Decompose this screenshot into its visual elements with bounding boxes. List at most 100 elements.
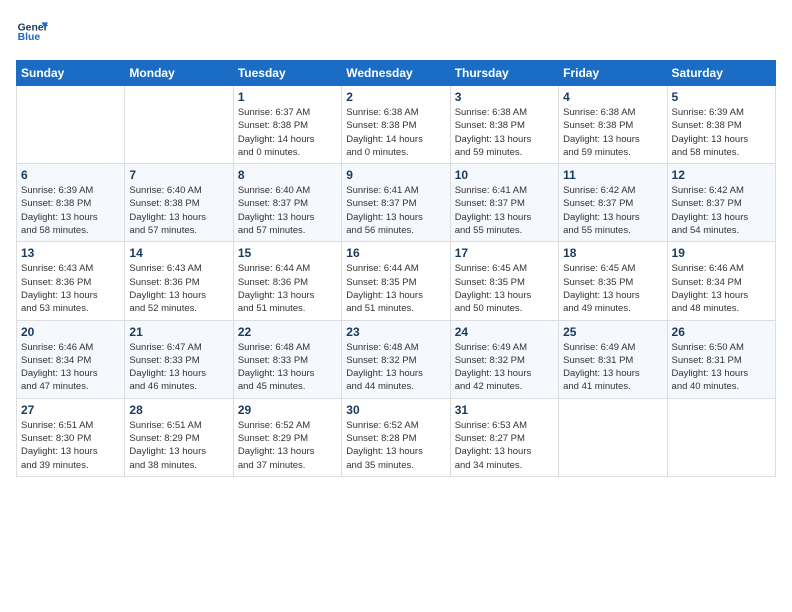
calendar-day-cell: 18 Sunrise: 6:45 AM Sunset: 8:35 PM Dayli… bbox=[559, 242, 667, 320]
day-number: 21 bbox=[129, 325, 228, 339]
day-number: 31 bbox=[455, 403, 554, 417]
calendar-day-cell bbox=[559, 398, 667, 476]
day-number: 8 bbox=[238, 168, 337, 182]
day-info: Sunrise: 6:38 AM Sunset: 8:38 PM Dayligh… bbox=[346, 106, 445, 159]
calendar-day-cell: 2 Sunrise: 6:38 AM Sunset: 8:38 PM Daylig… bbox=[342, 86, 450, 164]
calendar-day-cell: 29 Sunrise: 6:52 AM Sunset: 8:29 PM Dayli… bbox=[233, 398, 341, 476]
day-info: Sunrise: 6:38 AM Sunset: 8:38 PM Dayligh… bbox=[455, 106, 554, 159]
day-info: Sunrise: 6:51 AM Sunset: 8:30 PM Dayligh… bbox=[21, 419, 120, 472]
calendar-day-cell: 24 Sunrise: 6:49 AM Sunset: 8:32 PM Dayli… bbox=[450, 320, 558, 398]
day-info: Sunrise: 6:46 AM Sunset: 8:34 PM Dayligh… bbox=[672, 262, 771, 315]
day-number: 1 bbox=[238, 90, 337, 104]
calendar-day-cell: 28Sunrise: 6:51 AM Sunset: 8:29 PM Dayli… bbox=[125, 398, 233, 476]
day-number: 4 bbox=[563, 90, 662, 104]
day-number: 11 bbox=[563, 168, 662, 182]
day-info: Sunrise: 6:50 AM Sunset: 8:31 PM Dayligh… bbox=[672, 341, 771, 394]
day-number: 28 bbox=[129, 403, 228, 417]
calendar-day-cell: 15Sunrise: 6:44 AM Sunset: 8:36 PM Dayli… bbox=[233, 242, 341, 320]
day-info: Sunrise: 6:42 AM Sunset: 8:37 PM Dayligh… bbox=[563, 184, 662, 237]
day-info: Sunrise: 6:49 AM Sunset: 8:32 PM Dayligh… bbox=[455, 341, 554, 394]
calendar-week-row: 13 Sunrise: 6:43 AM Sunset: 8:36 PM Dayli… bbox=[17, 242, 776, 320]
day-number: 13 bbox=[21, 246, 120, 260]
calendar-day-cell: 22 Sunrise: 6:48 AM Sunset: 8:33 PM Dayli… bbox=[233, 320, 341, 398]
day-info: Sunrise: 6:45 AM Sunset: 8:35 PM Dayligh… bbox=[563, 262, 662, 315]
day-number: 3 bbox=[455, 90, 554, 104]
weekday-header: Tuesday bbox=[233, 61, 341, 86]
calendar-day-cell: 6Sunrise: 6:39 AM Sunset: 8:38 PM Daylig… bbox=[17, 164, 125, 242]
day-number: 30 bbox=[346, 403, 445, 417]
calendar-day-cell: 12Sunrise: 6:42 AM Sunset: 8:37 PM Dayli… bbox=[667, 164, 775, 242]
day-number: 25 bbox=[563, 325, 662, 339]
day-number: 7 bbox=[129, 168, 228, 182]
calendar-table: SundayMondayTuesdayWednesdayThursdayFrid… bbox=[16, 60, 776, 477]
day-info: Sunrise: 6:44 AM Sunset: 8:35 PM Dayligh… bbox=[346, 262, 445, 315]
day-info: Sunrise: 6:41 AM Sunset: 8:37 PM Dayligh… bbox=[346, 184, 445, 237]
calendar-day-cell bbox=[667, 398, 775, 476]
calendar-day-cell: 26 Sunrise: 6:50 AM Sunset: 8:31 PM Dayli… bbox=[667, 320, 775, 398]
day-info: Sunrise: 6:49 AM Sunset: 8:31 PM Dayligh… bbox=[563, 341, 662, 394]
day-number: 24 bbox=[455, 325, 554, 339]
calendar-day-cell: 5 Sunrise: 6:39 AM Sunset: 8:38 PM Daylig… bbox=[667, 86, 775, 164]
calendar-day-cell: 30 Sunrise: 6:52 AM Sunset: 8:28 PM Dayli… bbox=[342, 398, 450, 476]
day-info: Sunrise: 6:52 AM Sunset: 8:28 PM Dayligh… bbox=[346, 419, 445, 472]
calendar-day-cell: 8Sunrise: 6:40 AM Sunset: 8:37 PM Daylig… bbox=[233, 164, 341, 242]
calendar-day-cell: 3 Sunrise: 6:38 AM Sunset: 8:38 PM Daylig… bbox=[450, 86, 558, 164]
day-info: Sunrise: 6:46 AM Sunset: 8:34 PM Dayligh… bbox=[21, 341, 120, 394]
day-number: 23 bbox=[346, 325, 445, 339]
day-info: Sunrise: 6:42 AM Sunset: 8:37 PM Dayligh… bbox=[672, 184, 771, 237]
day-info: Sunrise: 6:43 AM Sunset: 8:36 PM Dayligh… bbox=[21, 262, 120, 315]
weekday-header-row: SundayMondayTuesdayWednesdayThursdayFrid… bbox=[17, 61, 776, 86]
logo: General Blue bbox=[16, 16, 48, 48]
calendar-day-cell: 1 Sunrise: 6:37 AM Sunset: 8:38 PM Daylig… bbox=[233, 86, 341, 164]
calendar-day-cell: 11 Sunrise: 6:42 AM Sunset: 8:37 PM Dayli… bbox=[559, 164, 667, 242]
calendar-day-cell: 31 Sunrise: 6:53 AM Sunset: 8:27 PM Dayli… bbox=[450, 398, 558, 476]
day-info: Sunrise: 6:45 AM Sunset: 8:35 PM Dayligh… bbox=[455, 262, 554, 315]
weekday-header: Wednesday bbox=[342, 61, 450, 86]
day-info: Sunrise: 6:48 AM Sunset: 8:32 PM Dayligh… bbox=[346, 341, 445, 394]
calendar-day-cell: 4 Sunrise: 6:38 AM Sunset: 8:38 PM Daylig… bbox=[559, 86, 667, 164]
day-number: 20 bbox=[21, 325, 120, 339]
calendar-week-row: 1 Sunrise: 6:37 AM Sunset: 8:38 PM Daylig… bbox=[17, 86, 776, 164]
weekday-header: Saturday bbox=[667, 61, 775, 86]
day-number: 16 bbox=[346, 246, 445, 260]
calendar-day-cell: 13 Sunrise: 6:43 AM Sunset: 8:36 PM Dayli… bbox=[17, 242, 125, 320]
calendar-day-cell: 27 Sunrise: 6:51 AM Sunset: 8:30 PM Dayli… bbox=[17, 398, 125, 476]
day-info: Sunrise: 6:41 AM Sunset: 8:37 PM Dayligh… bbox=[455, 184, 554, 237]
day-info: Sunrise: 6:48 AM Sunset: 8:33 PM Dayligh… bbox=[238, 341, 337, 394]
day-number: 15 bbox=[238, 246, 337, 260]
calendar-day-cell: 25 Sunrise: 6:49 AM Sunset: 8:31 PM Dayli… bbox=[559, 320, 667, 398]
calendar-week-row: 20 Sunrise: 6:46 AM Sunset: 8:34 PM Dayli… bbox=[17, 320, 776, 398]
calendar-day-cell: 7 Sunrise: 6:40 AM Sunset: 8:38 PM Daylig… bbox=[125, 164, 233, 242]
weekday-header: Monday bbox=[125, 61, 233, 86]
day-info: Sunrise: 6:38 AM Sunset: 8:38 PM Dayligh… bbox=[563, 106, 662, 159]
calendar-day-cell: 16 Sunrise: 6:44 AM Sunset: 8:35 PM Dayli… bbox=[342, 242, 450, 320]
calendar-week-row: 6Sunrise: 6:39 AM Sunset: 8:38 PM Daylig… bbox=[17, 164, 776, 242]
day-number: 5 bbox=[672, 90, 771, 104]
day-number: 2 bbox=[346, 90, 445, 104]
day-number: 9 bbox=[346, 168, 445, 182]
weekday-header: Sunday bbox=[17, 61, 125, 86]
day-number: 14 bbox=[129, 246, 228, 260]
svg-text:Blue: Blue bbox=[18, 32, 41, 43]
logo-icon: General Blue bbox=[16, 16, 48, 48]
day-number: 27 bbox=[21, 403, 120, 417]
day-info: Sunrise: 6:53 AM Sunset: 8:27 PM Dayligh… bbox=[455, 419, 554, 472]
day-info: Sunrise: 6:37 AM Sunset: 8:38 PM Dayligh… bbox=[238, 106, 337, 159]
day-info: Sunrise: 6:47 AM Sunset: 8:33 PM Dayligh… bbox=[129, 341, 228, 394]
day-number: 29 bbox=[238, 403, 337, 417]
day-number: 17 bbox=[455, 246, 554, 260]
day-number: 26 bbox=[672, 325, 771, 339]
day-number: 22 bbox=[238, 325, 337, 339]
calendar-day-cell bbox=[125, 86, 233, 164]
day-number: 18 bbox=[563, 246, 662, 260]
calendar-day-cell: 23 Sunrise: 6:48 AM Sunset: 8:32 PM Dayli… bbox=[342, 320, 450, 398]
calendar-week-row: 27 Sunrise: 6:51 AM Sunset: 8:30 PM Dayli… bbox=[17, 398, 776, 476]
calendar-day-cell: 10Sunrise: 6:41 AM Sunset: 8:37 PM Dayli… bbox=[450, 164, 558, 242]
day-info: Sunrise: 6:39 AM Sunset: 8:38 PM Dayligh… bbox=[672, 106, 771, 159]
day-number: 6 bbox=[21, 168, 120, 182]
day-info: Sunrise: 6:52 AM Sunset: 8:29 PM Dayligh… bbox=[238, 419, 337, 472]
day-info: Sunrise: 6:43 AM Sunset: 8:36 PM Dayligh… bbox=[129, 262, 228, 315]
page-header: General Blue bbox=[16, 16, 776, 48]
calendar-day-cell: 20 Sunrise: 6:46 AM Sunset: 8:34 PM Dayli… bbox=[17, 320, 125, 398]
day-info: Sunrise: 6:40 AM Sunset: 8:38 PM Dayligh… bbox=[129, 184, 228, 237]
